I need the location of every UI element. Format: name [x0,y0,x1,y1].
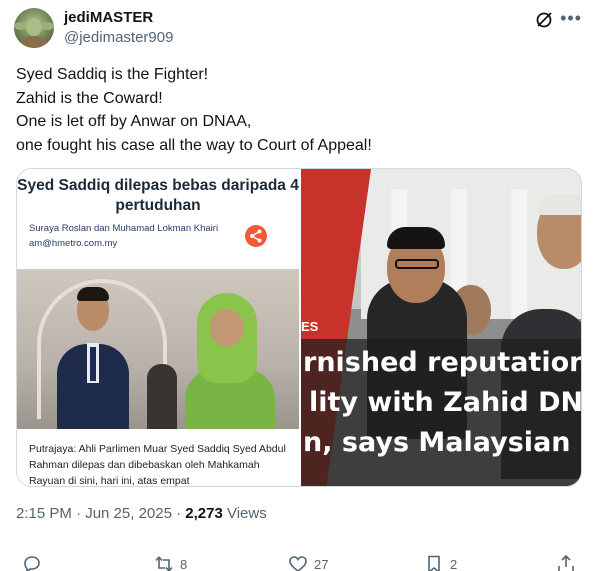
article-photo [17,269,299,429]
caption-tag: ES [301,319,319,334]
scene-smiling-man-hair [387,227,445,249]
avatar[interactable] [14,8,54,48]
media-image-left[interactable]: Syed Saddiq dilepas bebas daripada 4 per… [17,169,299,487]
more-options-icon[interactable]: ••• [560,8,582,29]
like-button[interactable]: 27 [288,554,328,571]
share-upload-icon [558,554,574,571]
repost-button[interactable]: 8 [154,554,187,571]
caption-line: n, says Malaysian E [303,427,582,458]
display-name[interactable]: jediMASTER [64,9,153,26]
photo-man-hair [77,287,109,301]
user-handle[interactable]: @jedimaster909 [64,29,173,46]
tweet-line: Zahid is the Coward! [16,89,163,107]
heart-icon [289,556,307,571]
media-image-right[interactable]: ES rnished reputation lity with Zahid DN… [301,169,582,486]
tweet-line: Syed Saddiq is the Fighter! [16,66,209,83]
avatar-ear-right [40,22,54,30]
photo-woman-face [210,309,244,347]
share-button[interactable] [556,554,576,571]
scene-glasses [395,259,439,269]
avatar-face [26,18,42,36]
article-email: am@hmetro.com.my [29,238,118,249]
reply-icon [24,556,40,571]
bookmark-count: 2 [450,556,458,571]
scene-pillar [511,189,527,319]
bookmark-icon [428,555,440,571]
like-count: 27 [314,556,329,571]
views-label: Views [222,505,267,522]
avatar-robe [20,36,48,48]
tweet-header: jediMASTER @jedimaster909 ••• [14,8,584,48]
media-grid: Syed Saddiq dilepas bebas daripada 4 per… [16,168,582,487]
article-headline: Syed Saddiq dilepas bebas daripada 4 per… [17,177,299,214]
bookmark-button[interactable]: 2 [424,554,457,571]
tweet-text: Syed Saddiq is the Fighter! Zahid is the… [16,63,576,157]
article-body: Putrajaya: Ahli Parlimen Muar Syed Saddi… [29,443,286,487]
photo-background-person [147,364,177,429]
repost-icon [155,556,173,571]
views-count: 2,273 [185,505,223,522]
scene-old-man-hair [537,195,581,215]
caption-overlay: rnished reputation lity with Zahid DNA n… [301,339,582,486]
tweet-timestamp[interactable]: 2:15 PM · Jun 25, 2025 · [16,505,185,522]
tweet-meta: 2:15 PM · Jun 25, 2025 · 2,273 Views [16,505,267,522]
share-icon [245,225,267,247]
reply-button[interactable] [22,554,48,571]
tweet-line: One is let off by Anwar on DNAA, [16,113,252,130]
grok-icon[interactable] [534,10,554,30]
caption-line: lity with Zahid DNA [309,387,582,418]
article-author: Suraya Roslan dan Muhamad Lokman Khairi [29,223,219,234]
photo-man-tie [90,347,96,381]
tweet-line: one fought his case all the way to Court… [16,136,372,154]
repost-count: 8 [180,556,188,571]
caption-line: rnished reputation [303,347,582,378]
action-bar: 8 27 2 [16,554,582,571]
